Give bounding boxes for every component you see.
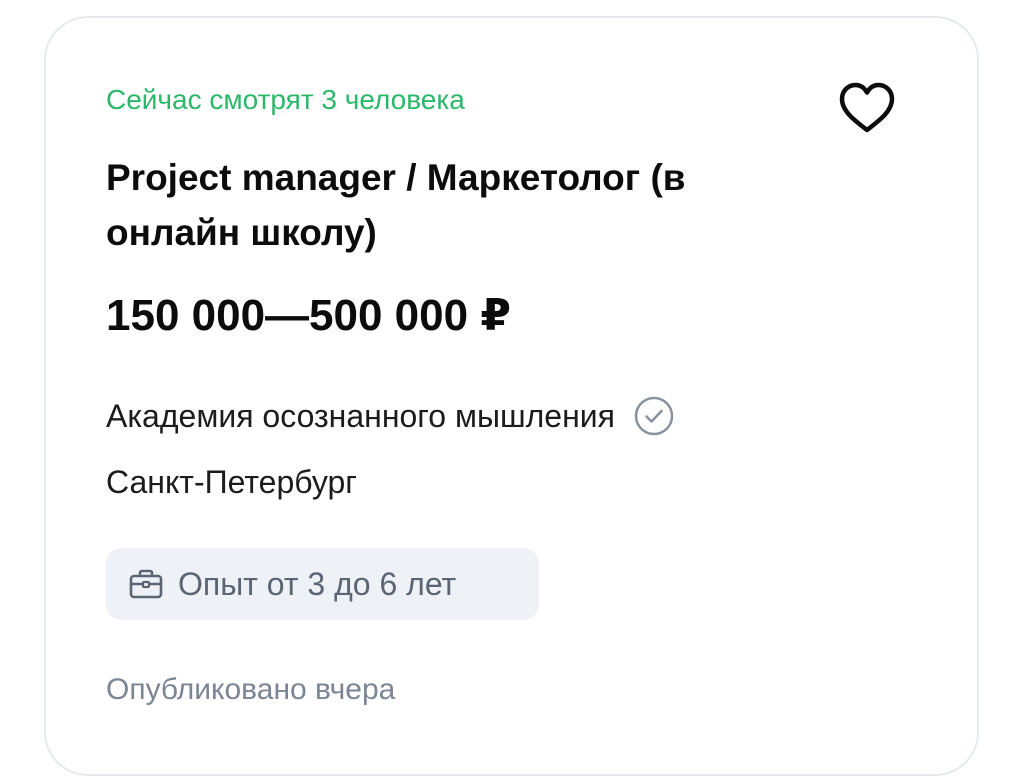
employer-name[interactable]: Академия осознанного мышления xyxy=(106,394,615,438)
briefcase-icon xyxy=(128,568,164,600)
salary: 150 000—500 000 ₽ xyxy=(106,291,511,340)
experience-label: Опыт от 3 до 6 лет xyxy=(178,566,457,602)
experience-chip: Опыт от 3 до 6 лет xyxy=(106,548,539,620)
check-circle-icon xyxy=(633,395,675,437)
employer-row: Академия осознанного мышления xyxy=(106,394,675,438)
vacancy-title[interactable]: Project manager / Маркетолог (в онлайн ш… xyxy=(106,150,826,260)
published-date: Опубликовано вчера xyxy=(106,673,396,706)
city: Санкт-Петербург xyxy=(106,464,357,500)
heart-icon xyxy=(836,80,898,136)
viewers-count: Сейчас смотрят 3 человека xyxy=(106,84,465,115)
favorite-button[interactable] xyxy=(836,80,898,136)
